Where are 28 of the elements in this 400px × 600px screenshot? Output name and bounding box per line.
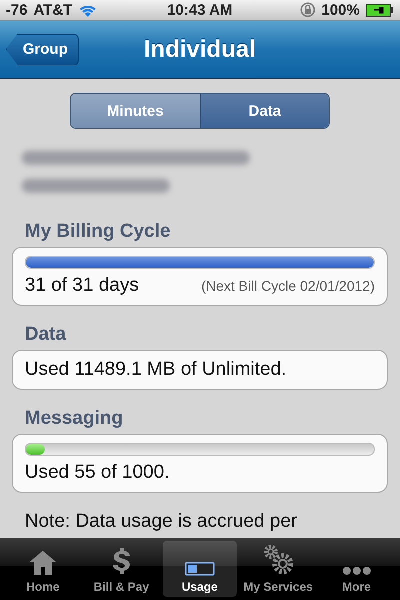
rotation-lock-icon: [300, 2, 316, 18]
tab-bar-item[interactable]: Bill & Pay: [84, 541, 159, 597]
signal-strength: -76: [6, 2, 28, 18]
section-heading: My Billing Cycle: [25, 221, 172, 243]
usage-text: Used 11489.1 MB of Unlimited.: [25, 359, 287, 381]
screen-title: Individual: [144, 36, 256, 64]
battery-percent: 100%: [322, 2, 360, 18]
meter-icon: [184, 562, 215, 576]
more-icon: [342, 566, 372, 576]
dollar-icon: [112, 548, 132, 576]
tab-bar-item[interactable]: Home: [6, 541, 80, 597]
gears-icon: [261, 542, 296, 576]
carrier-name: AT&T: [34, 2, 73, 18]
section-heading: Messaging: [25, 408, 124, 430]
note-text: Note: Data usage is accrued per: [25, 511, 298, 533]
tab-bar-item[interactable]: Usage: [162, 541, 237, 597]
tab-bar-item[interactable]: More: [320, 541, 394, 597]
clock-time: 10:43 AM: [167, 2, 233, 18]
usage-text: 31 of 31 days: [25, 275, 140, 297]
next-bill-note: (Next Bill Cycle 02/01/2012): [201, 278, 375, 294]
segment-tab[interactable]: Data: [200, 94, 329, 128]
tab-bar-item[interactable]: My Services: [241, 541, 316, 597]
section-heading: Data: [25, 324, 68, 346]
usage-text: Used 55 of 1000.: [25, 462, 170, 484]
wifi-icon: [78, 4, 97, 16]
home-icon: [29, 550, 58, 576]
back-button[interactable]: Group: [6, 34, 79, 66]
battery-icon: [366, 4, 394, 16]
